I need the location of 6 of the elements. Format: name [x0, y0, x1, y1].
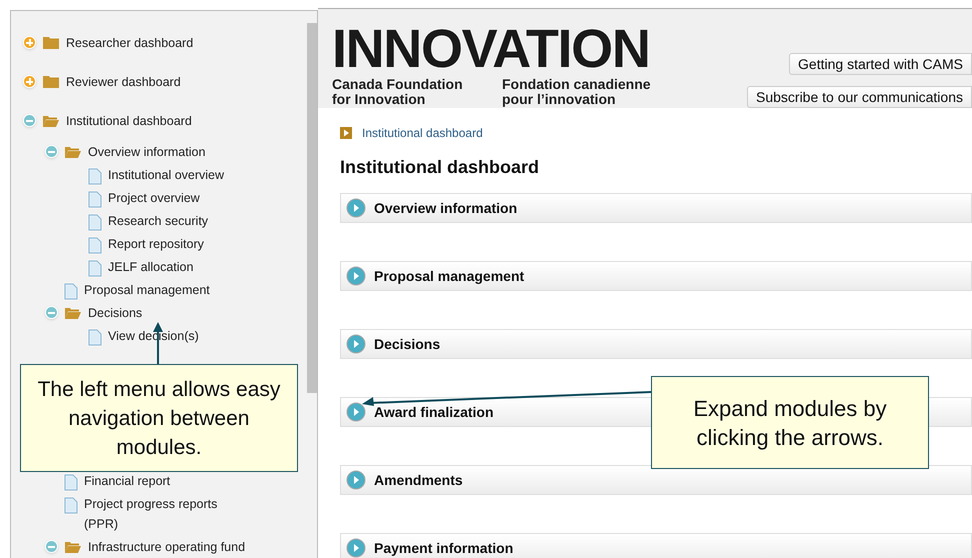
logo-name: Fondation canadienne pour l’innovation	[502, 77, 652, 107]
annotation-tooltip: Expand modules by clicking the arrows.	[651, 376, 929, 469]
logo-wordmark: INNOVATION	[332, 23, 650, 75]
logo-name: Canada Foundation for Innovation	[332, 77, 464, 107]
page-title: Institutional dashboard	[340, 156, 540, 179]
annotation-tooltip: The left menu allows easy navigation between modules.	[20, 364, 298, 472]
